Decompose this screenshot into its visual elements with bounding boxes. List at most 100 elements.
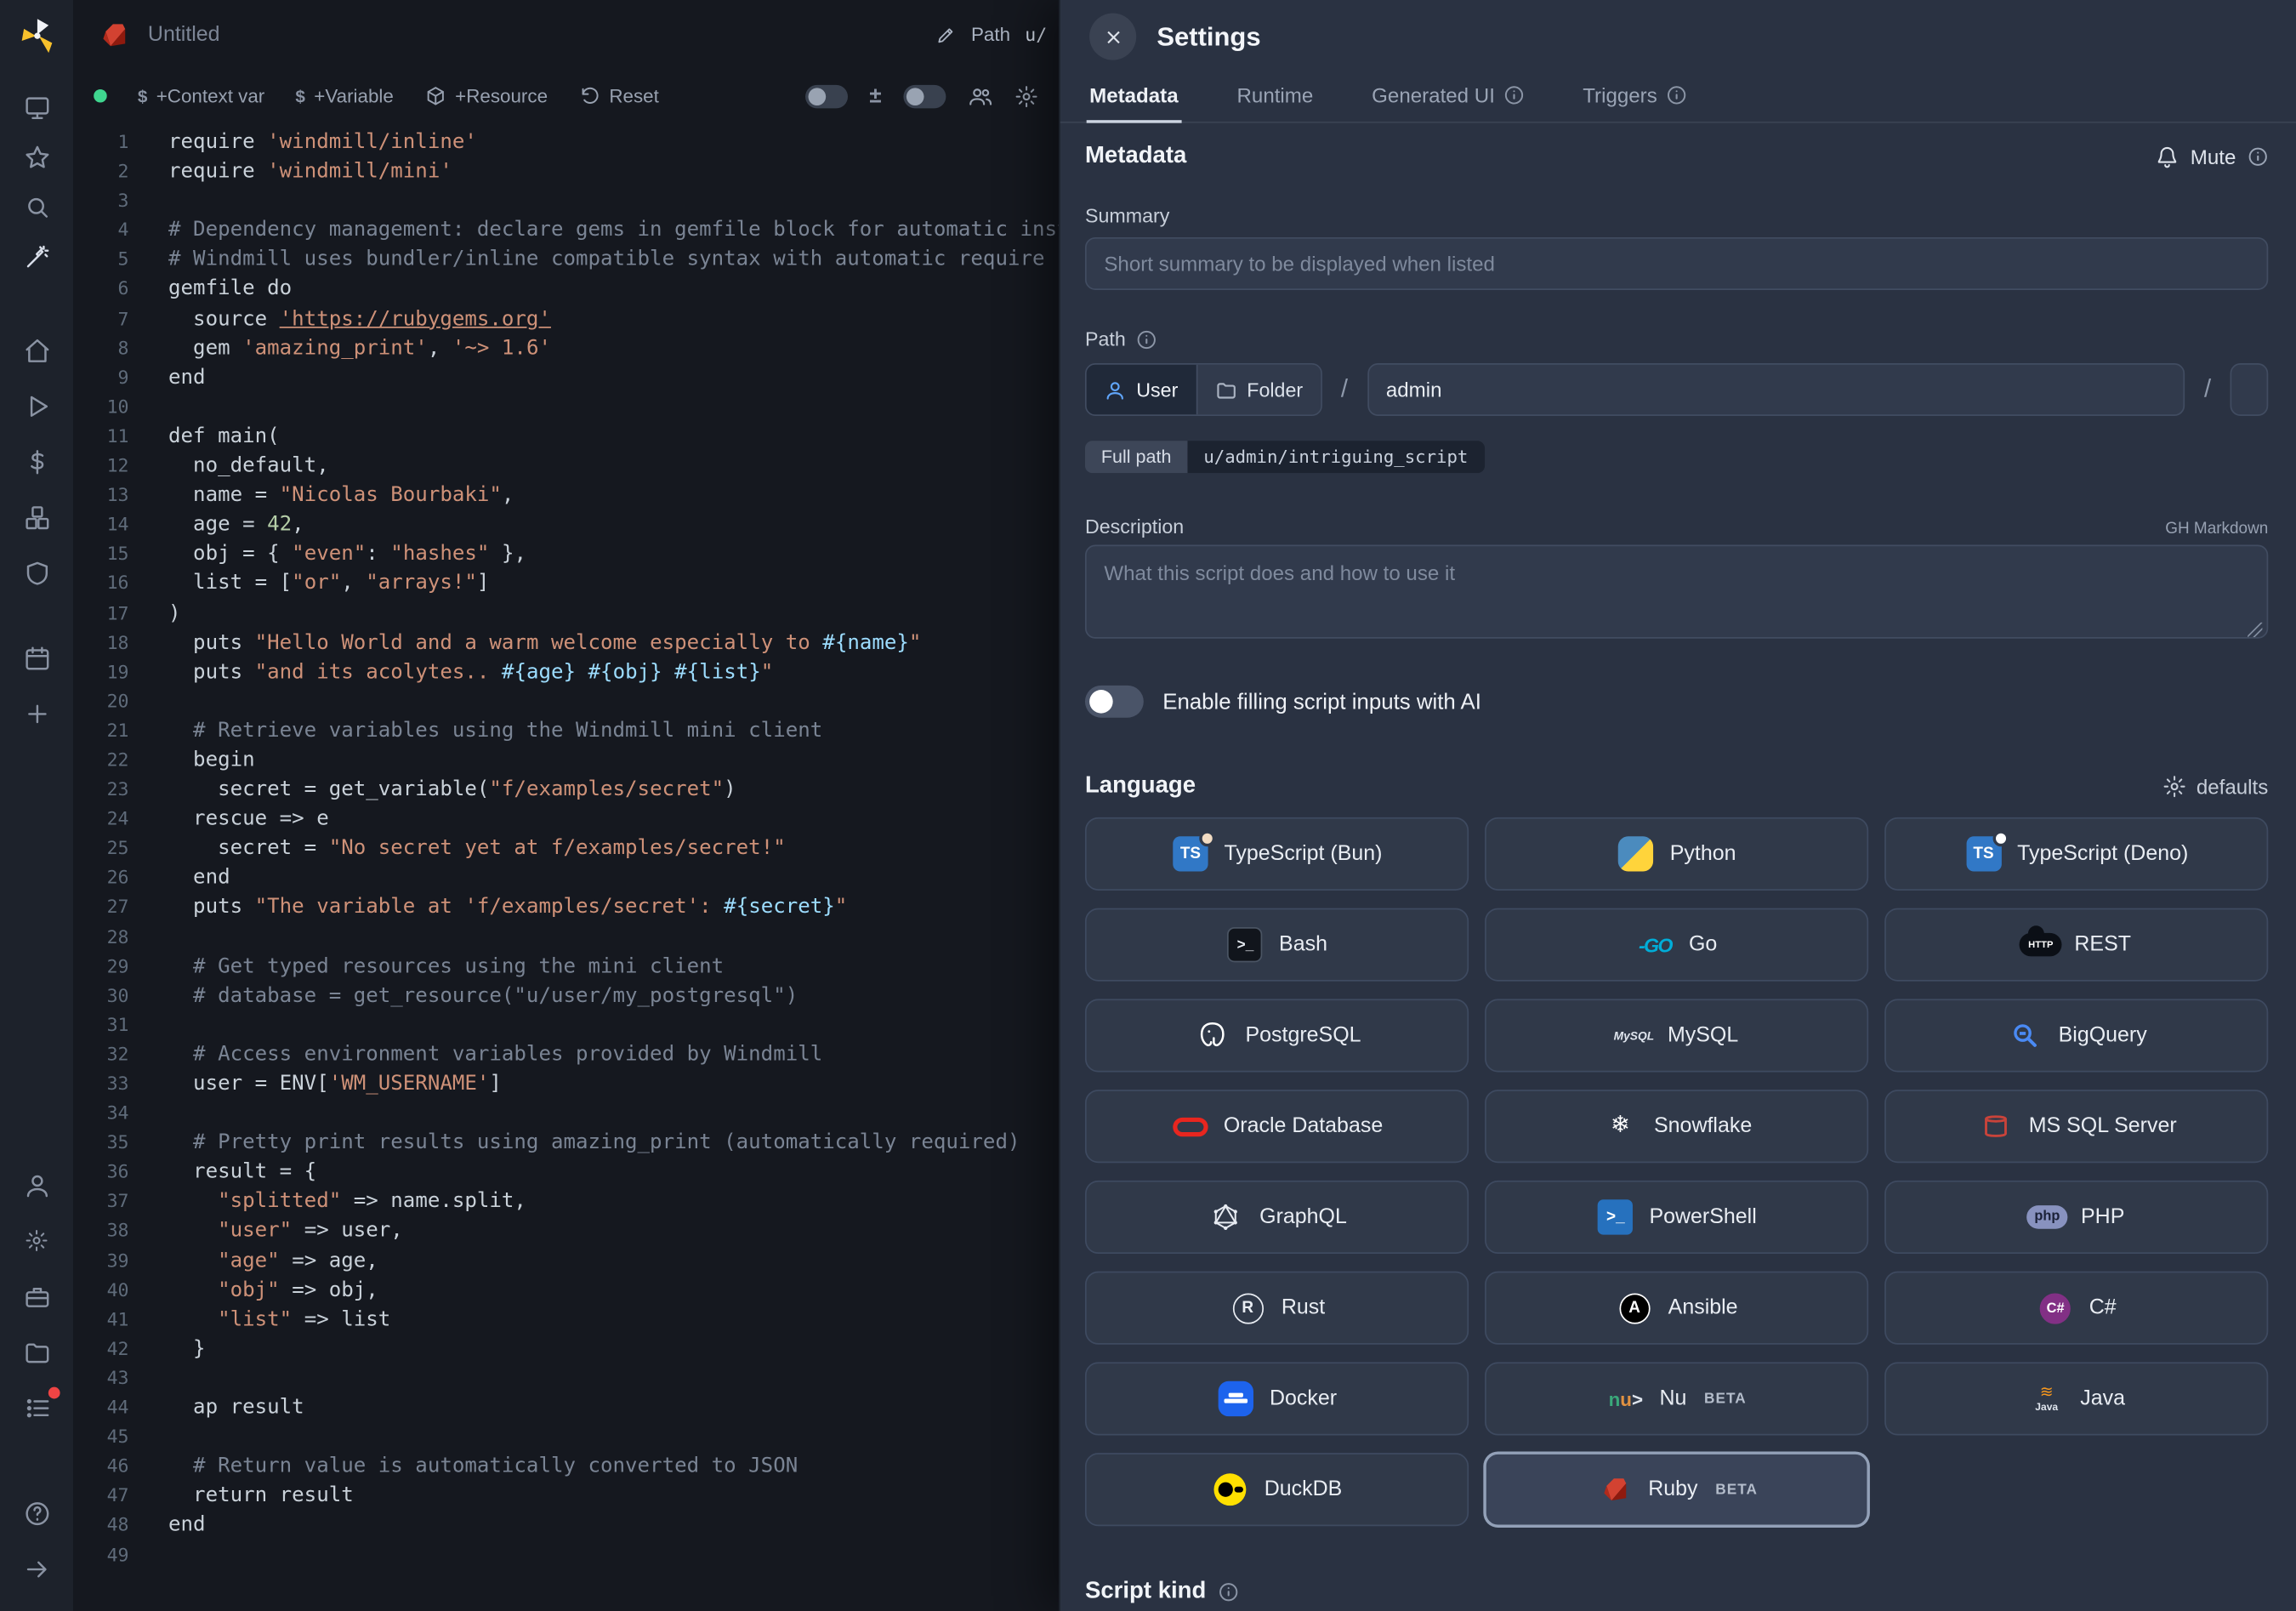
path-button[interactable]: Path [971, 24, 1010, 46]
tab-label: Generated UI [1372, 83, 1495, 107]
add-variable-button[interactable]: $+Variable [295, 85, 393, 107]
language-label: Docker [1270, 1387, 1337, 1411]
sidebar-bottom-group [12, 1157, 62, 1597]
language-ruby[interactable]: RubyBETA [1485, 1453, 1868, 1526]
sidebar-item-folder[interactable] [12, 1330, 62, 1375]
tab-runtime[interactable]: Runtime [1234, 73, 1316, 122]
language-label: MS SQL Server [2029, 1114, 2177, 1138]
language-rust[interactable]: RRust [1085, 1272, 1469, 1345]
code-line: 16 list = ["or", "arrays!"] [73, 569, 1059, 599]
reset-button[interactable]: Reset [578, 85, 659, 107]
path-owner-input[interactable] [1367, 363, 2185, 416]
diff-icon[interactable]: ± [869, 83, 881, 108]
language-typescript-deno-[interactable]: TSTypeScript (Deno) [1884, 817, 2268, 891]
path-value-input[interactable]: u/ [1025, 24, 1047, 46]
sidebar-item-star[interactable] [12, 134, 62, 179]
path-name-input[interactable] [2231, 363, 2269, 416]
sidebar-item-case[interactable] [12, 1274, 62, 1318]
tab-triggers[interactable]: Triggers [1580, 73, 1690, 122]
sidebar-item-plus[interactable] [12, 692, 62, 736]
editor-toggle-1[interactable] [805, 84, 848, 108]
owner-kind-user-button[interactable]: User [1087, 365, 1196, 415]
python-icon [1617, 835, 1656, 874]
language-php[interactable]: phpPHP [1884, 1181, 2268, 1254]
editor-topbar: Untitled Path u/ [73, 0, 1059, 69]
tab-metadata[interactable]: Metadata [1087, 73, 1181, 122]
language-python[interactable]: Python [1485, 817, 1868, 891]
language-label: DuckDB [1265, 1477, 1343, 1501]
sidebar-item-help[interactable] [12, 1491, 62, 1535]
sidebar-item-wand[interactable] [12, 235, 62, 279]
case-icon [23, 1283, 51, 1311]
language-graphql[interactable]: GraphQL [1085, 1181, 1469, 1254]
language-nu[interactable]: nu>NuBETA [1485, 1362, 1868, 1435]
language-ansible[interactable]: AAnsible [1485, 1272, 1868, 1345]
language-rest[interactable]: HTTPREST [1884, 908, 2268, 982]
sidebar-item-arrow-right[interactable] [12, 1546, 62, 1591]
user-icon [23, 1171, 51, 1199]
code-editor[interactable]: 1require 'windmill/inline'2require 'wind… [73, 123, 1059, 1611]
owner-kind-segment: User Folder [1085, 363, 1322, 416]
editor-pane: Untitled Path u/ $+Context var $+Variabl… [73, 0, 1059, 1611]
arrow-right-icon [23, 1555, 51, 1583]
editor-toggle-2[interactable] [903, 84, 946, 108]
code-lines: 1require 'windmill/inline'2require 'wind… [73, 128, 1059, 1569]
collaborators-icon[interactable] [968, 83, 992, 108]
line-number: 3 [73, 186, 128, 216]
editor-settings-gear-icon[interactable] [1014, 84, 1038, 108]
windmill-logo[interactable] [16, 14, 57, 55]
sidebar-item-user[interactable] [12, 1163, 62, 1207]
sidebar-item-shield[interactable] [12, 550, 62, 595]
sidebar-item-blocks[interactable] [12, 495, 62, 539]
summary-input[interactable] [1085, 237, 2268, 290]
language-bigquery[interactable]: BigQuery [1884, 999, 2268, 1072]
sidebar-item-search[interactable] [12, 185, 62, 229]
search-icon [23, 192, 51, 220]
defaults-button[interactable]: defaults [2162, 775, 2268, 799]
description-textarea[interactable] [1085, 545, 2268, 639]
language-ms-sql-server[interactable]: MS SQL Server [1884, 1090, 2268, 1163]
language-bash[interactable]: >_Bash [1085, 908, 1469, 982]
user-blue-icon [1104, 379, 1126, 401]
language-docker[interactable]: Docker [1085, 1362, 1469, 1435]
description-label: Description [1085, 515, 1184, 538]
language-oracle-database[interactable]: Oracle Database [1085, 1090, 1469, 1163]
language-typescript-bun-[interactable]: TSTypeScript (Bun) [1085, 817, 1469, 891]
language-java[interactable]: ≋JavaJava [1884, 1362, 2268, 1435]
language-c-[interactable]: C#C# [1884, 1272, 2268, 1345]
language-label: BigQuery [2059, 1024, 2147, 1048]
language-powershell[interactable]: >_PowerShell [1485, 1181, 1868, 1254]
sidebar-item-home[interactable] [12, 328, 62, 373]
windmill-logo-icon [17, 15, 56, 54]
resize-handle-icon[interactable] [2248, 623, 2262, 637]
language-mysql[interactable]: MySQLMySQL [1485, 999, 1868, 1072]
owner-kind-folder-button[interactable]: Folder [1196, 365, 1321, 415]
script-title-input[interactable]: Untitled [148, 23, 220, 47]
sidebar-item-gear[interactable] [12, 1219, 62, 1263]
sidebar-item-dollar[interactable] [12, 440, 62, 484]
language-duckdb[interactable]: DuckDB [1085, 1453, 1469, 1526]
language-postgresql[interactable]: PostgreSQL [1085, 999, 1469, 1072]
sidebar-item-calendar[interactable] [12, 635, 62, 680]
line-number: 2 [73, 157, 128, 186]
add-context-var-button[interactable]: $+Context var [138, 85, 264, 107]
pencil-icon [936, 24, 957, 44]
code-line: 30 # database = get_resource("u/user/my_… [73, 981, 1059, 1010]
sidebar-item-play[interactable] [12, 384, 62, 428]
close-settings-button[interactable] [1089, 13, 1136, 60]
code-line: 9end [73, 363, 1059, 393]
sidebar-item-grid[interactable] [12, 1386, 62, 1430]
add-resource-button[interactable]: +Resource [424, 85, 548, 107]
code-line: 12 no_default, [73, 451, 1059, 481]
metadata-heading: Metadata [1085, 144, 1186, 170]
language-go[interactable]: -GOGo [1485, 908, 1868, 982]
tab-generated-ui[interactable]: Generated UI [1369, 73, 1527, 122]
mute-button[interactable]: Mute [2155, 145, 2268, 168]
line-number: 25 [73, 834, 128, 863]
sidebar-item-apps[interactable] [12, 85, 62, 129]
powershell-icon: >_ [1596, 1198, 1634, 1237]
line-number: 35 [73, 1128, 128, 1158]
star-icon [23, 143, 51, 171]
ai-fill-toggle[interactable] [1085, 686, 1144, 718]
language-snowflake[interactable]: ❄Snowflake [1485, 1090, 1868, 1163]
